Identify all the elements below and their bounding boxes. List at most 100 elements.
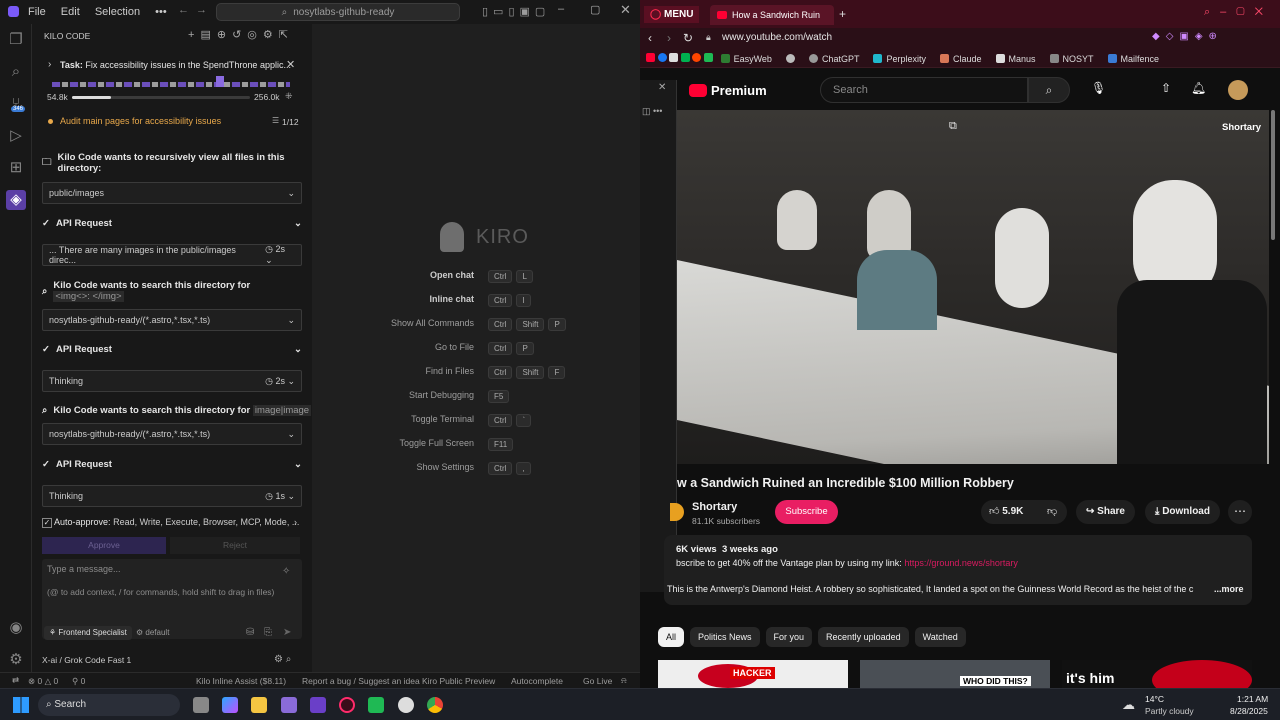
github-icon[interactable] [398, 697, 414, 713]
condense-icon[interactable]: ⁜ [285, 91, 293, 102]
maximize-icon[interactable]: ▢ [590, 3, 600, 16]
browser-scrollbar[interactable] [1271, 110, 1275, 240]
panel-menu-icon[interactable]: ◫ ••• [642, 106, 662, 117]
shortcut-row[interactable]: Start Debugging F5 [312, 390, 640, 406]
bookmark-manus[interactable]: Manus [995, 54, 1036, 64]
search-path-dropdown-2[interactable]: nosytlabs-github-ready/(*.astro,*.tsx,*.… [42, 423, 302, 445]
description-link[interactable]: https://ground.news/shortary [904, 558, 1018, 568]
chevron-right-icon[interactable]: › [48, 59, 51, 70]
task-header[interactable]: › Task: Fix accessibility issues in the … [42, 56, 302, 106]
show-more-link[interactable]: ...more [1212, 584, 1244, 594]
minimize-icon[interactable]: – [558, 3, 564, 15]
bookmark-claude[interactable]: Claude [939, 54, 982, 64]
todo-row[interactable]: Audit main pages for accessibility issue… [42, 116, 302, 130]
url-field[interactable]: www.youtube.com/watch [722, 32, 832, 43]
like-button[interactable]: 👍︎ 5.9K [989, 505, 1023, 517]
menu-file[interactable]: File [28, 6, 46, 18]
bookmark-perplexity[interactable]: Perplexity [873, 54, 926, 64]
bookmark-easyweb[interactable]: EasyWeb [720, 54, 772, 64]
youtube-logo[interactable]: Premium [689, 80, 767, 100]
clock-date[interactable]: 8/28/2025 [1230, 706, 1268, 716]
go-live-button[interactable]: Go Live [583, 676, 612, 686]
upload-icon[interactable]: ⇧ [1161, 81, 1171, 95]
dislike-button[interactable]: 👎︎ [1047, 505, 1057, 517]
app-icon-1[interactable] [281, 697, 297, 713]
image-upload-icon[interactable]: ⛁ [246, 627, 254, 638]
auto-approve-checkbox[interactable]: ✓ [42, 518, 52, 528]
app-icon-2[interactable] [310, 697, 326, 713]
windows-start-icon[interactable] [13, 697, 29, 713]
prompts-icon[interactable]: ▤ [200, 29, 216, 41]
close-panel-icon[interactable]: ✕ [658, 82, 666, 93]
thumbnail-1[interactable]: HACKER [658, 660, 848, 688]
api-request-2[interactable]: ✓ API Request ⌄ [42, 344, 302, 355]
miniplayer-icon[interactable]: ⧉ [949, 120, 957, 133]
chrome-icon[interactable] [427, 697, 443, 713]
attach-icon[interactable]: ⎘ [264, 627, 272, 638]
notifications-icon[interactable]: 🔔︎ [1191, 81, 1206, 95]
menu-selection[interactable]: Selection [95, 6, 140, 18]
remote-icon[interactable]: ⇄ [12, 675, 19, 686]
shortcut-row[interactable]: Find in Files Ctrl Shift F [312, 366, 640, 382]
share-button[interactable]: ↪ Share [1076, 500, 1135, 524]
menu-edit[interactable]: Edit [61, 6, 80, 18]
youtube-search-button[interactable]: ⌕ [1028, 77, 1070, 103]
profile-selector[interactable]: ⚙ default [136, 626, 169, 640]
shortcut-row[interactable]: Go to File Ctrl P [312, 342, 640, 358]
model-options-icon[interactable]: ⚙ ⌕ [274, 654, 291, 665]
app-icon-3[interactable] [368, 697, 384, 713]
forward-arrow-icon[interactable]: → [196, 4, 207, 16]
settings-gear-icon[interactable]: ⚙ [6, 650, 26, 670]
directory-path-dropdown[interactable]: public/images ⌄ [42, 182, 302, 204]
copilot-icon[interactable] [222, 697, 238, 713]
shortcut-row[interactable]: Show All Commands Ctrl Shift P [312, 318, 640, 334]
chip-all[interactable]: All [658, 627, 685, 647]
new-tab-icon[interactable]: + [839, 7, 846, 21]
panel-settings-icon[interactable]: ⚙ [263, 29, 279, 41]
back-icon[interactable]: ‹ [648, 31, 652, 45]
shortcut-row[interactable]: Toggle Full Screen F11 [312, 438, 640, 454]
taskbar-search[interactable]: ⌕ Search [38, 694, 180, 716]
account-icon[interactable]: ◉ [6, 618, 26, 638]
subscribe-button[interactable]: Subscribe [775, 500, 838, 524]
account-circle-icon[interactable]: ◎ [247, 29, 263, 41]
api-request-3[interactable]: ✓ API Request ⌄ [42, 459, 302, 470]
model-label[interactable]: X-ai / Grok Code Fast 1 [42, 655, 131, 665]
reasoning-block-2[interactable]: Thinking ◷ 2s ⌄ [42, 370, 302, 392]
close-window-icon[interactable]: ✕ [620, 2, 631, 18]
extension-icons[interactable]: ◆◇▣◈⊕ [1152, 31, 1223, 42]
browser-tab-active[interactable]: How a Sandwich Ruin [710, 5, 834, 25]
layout-icons[interactable]: ▯▭▯▣▢ [482, 5, 550, 18]
opera-gx-icon[interactable] [339, 697, 355, 713]
bookmark-icons[interactable] [646, 53, 713, 64]
weather-temp[interactable]: 14°C [1145, 694, 1164, 704]
bookmark-wordpress[interactable] [785, 54, 795, 63]
extensions-icon[interactable]: ⊞ [6, 158, 26, 178]
video-player[interactable]: ⧉ Shortary [677, 110, 1269, 464]
chip-watched[interactable]: Watched [914, 627, 966, 647]
voice-search-icon[interactable]: 🎙︎ [1091, 81, 1106, 95]
auto-approve-row[interactable]: ✓ Auto-approve: Read, Write, Execute, Br… [42, 517, 302, 531]
explorer-icon[interactable]: ❐ [6, 30, 26, 50]
profile-avatar[interactable] [1228, 80, 1248, 100]
reject-button[interactable]: Reject [170, 537, 300, 554]
thumbnail-3[interactable]: it's him [1062, 660, 1252, 688]
shortcut-row[interactable]: Open chat Ctrl L [312, 270, 640, 286]
new-task-icon[interactable]: + [188, 29, 200, 41]
reasoning-block-3[interactable]: Thinking ◷ 1s ⌄ [42, 485, 302, 507]
file-explorer-icon[interactable] [251, 697, 267, 713]
mode-selector[interactable]: ⚘ Frontend Specialist [44, 626, 132, 640]
browser-window-controls[interactable]: ⌕–▢✕ [1204, 6, 1273, 19]
channel-name[interactable]: Shortary [692, 501, 737, 513]
mcp-icon[interactable]: ⊕ [217, 29, 232, 41]
more-menu-icon[interactable]: ••• [155, 6, 167, 18]
run-debug-icon[interactable]: ▷ [6, 126, 26, 146]
approve-button[interactable]: Approve [42, 537, 166, 554]
shortcut-row[interactable]: Inline chat Ctrl I [312, 294, 640, 310]
api-request-1[interactable]: ✓ API Request ⌄ [42, 218, 302, 229]
youtube-search-input[interactable]: Search [820, 77, 1028, 103]
enhance-prompt-icon[interactable]: ✧ [282, 566, 290, 577]
bookmark-mailfence[interactable]: Mailfence [1107, 54, 1159, 64]
kiro-preview[interactable]: Kiro Public Preview [422, 676, 495, 686]
kilo-code-icon[interactable]: ◈ [6, 190, 26, 210]
